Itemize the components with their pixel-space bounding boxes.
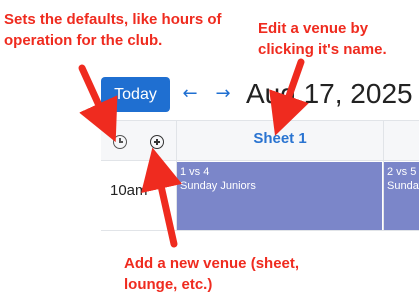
arrow-to-add-venue [141,147,183,248]
event-block[interactable]: 1 vs 4 Sunday Juniors [177,162,382,230]
clock-icon[interactable] [113,135,127,149]
event-block[interactable]: 2 vs 5 Sunday [384,162,419,230]
next-day-arrow-icon[interactable]: → [214,84,232,104]
annotation-add-venue: Add a new venue (sheet, lounge, etc.) [124,255,300,293]
today-button[interactable]: Today [101,77,170,112]
event-subtitle: Sunday Juniors [180,180,256,192]
event-title: 2 vs 5 [387,166,417,178]
time-label: 10am [110,182,148,199]
add-venue-icon[interactable] [150,135,164,149]
previous-day-arrow-icon[interactable]: ← [181,84,199,104]
date-title: Aug 17, 2025 [246,78,413,109]
annotation-edit-venue: Edit a venue by clicking it's name. [258,20,387,58]
event-title: 1 vs 4 [180,166,210,178]
row-divider [101,230,419,231]
annotation-defaults: Sets the defaults, like hours of operati… [4,11,222,49]
event-subtitle: Sunday [387,180,419,192]
venue-name-sheet-1[interactable]: Sheet 1 [177,130,383,147]
